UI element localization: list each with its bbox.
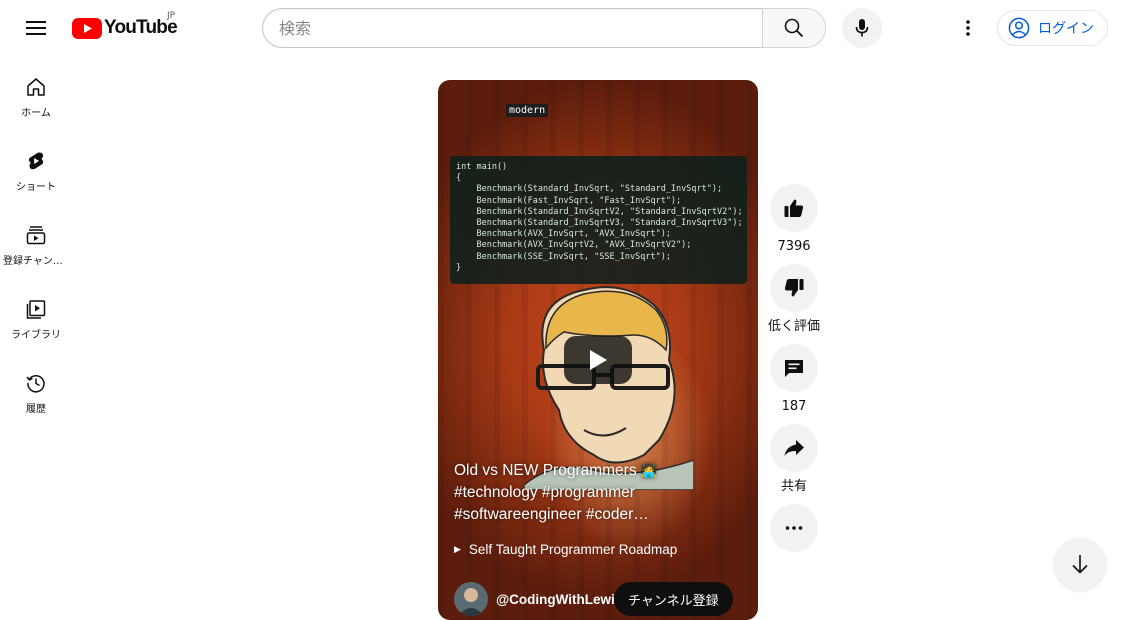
share-label: 共有 — [780, 479, 807, 494]
logo-wordmark: YouTube — [104, 17, 178, 38]
more-actions-button[interactable] — [770, 504, 818, 552]
library-icon — [26, 300, 46, 319]
share-button[interactable] — [770, 424, 818, 472]
dislike-label: 低く評価 — [767, 319, 820, 334]
settings-menu-button[interactable] — [948, 8, 988, 48]
guide-menu-button[interactable] — [16, 8, 56, 48]
channel-row: @CodingWithLewi チャンネル登録 — [454, 582, 744, 616]
youtube-play-logo-icon — [72, 17, 102, 39]
video-title[interactable]: Old vs NEW Programmers 🧑‍💻 #technology #… — [454, 460, 744, 526]
playlist-play-icon: ▶ — [454, 544, 461, 554]
youtube-logo[interactable]: YouTube JP — [72, 11, 178, 40]
avatar-icon — [458, 588, 484, 616]
title-emoji: 🧑‍💻 — [640, 463, 658, 478]
like-button[interactable] — [770, 184, 818, 232]
playlist-label: Self Taught Programmer Roadmap — [468, 542, 678, 557]
cartoon-programmer-illustration — [524, 286, 694, 490]
comment-icon — [785, 360, 803, 377]
more-horizontal-icon — [785, 526, 803, 530]
sidebar-item-subscriptions[interactable]: 登録チャンネル — [0, 204, 72, 278]
mini-guide: ホーム ショート 登録チャンネル ライブラリ 履歴 — [0, 56, 72, 426]
masthead: YouTube JP ログイン — [0, 0, 1124, 56]
thumbs-down-icon — [784, 279, 804, 297]
search-button[interactable] — [762, 8, 826, 48]
like-action: 7396 — [766, 184, 822, 264]
sidebar-item-history[interactable]: 履歴 — [0, 352, 72, 426]
play-icon — [590, 350, 607, 370]
play-button[interactable] — [564, 336, 632, 384]
code-line: Benchmark(Standard_InvSqrtV3, "Standard_… — [456, 218, 743, 229]
like-count: 7396 — [777, 239, 811, 254]
more-action — [766, 504, 822, 552]
arrow-down-icon — [1072, 555, 1088, 574]
search-box — [262, 8, 826, 48]
home-icon — [27, 78, 45, 96]
comments-button[interactable] — [770, 344, 818, 392]
more-vertical-icon — [966, 20, 970, 36]
login-button[interactable]: ログイン — [997, 10, 1108, 46]
subscriptions-icon — [26, 226, 46, 245]
sidebar-item-library[interactable]: ライブラリ — [0, 278, 72, 352]
code-line: Benchmark(Standard_InvSqrtV2, "Standard_… — [456, 206, 743, 217]
title-line: #technology #programmer — [454, 484, 635, 501]
title-line: Old vs NEW Programmers — [454, 462, 637, 479]
dislike-action: 低く評価 — [766, 264, 822, 344]
sidebar-item-home[interactable]: ホーム — [0, 56, 72, 130]
search-icon — [784, 18, 804, 38]
dislike-button[interactable] — [770, 264, 818, 312]
sidebar-item-shorts[interactable]: ショート — [0, 130, 72, 204]
sidebar-item-label: ショート — [16, 182, 56, 193]
sidebar-item-label: 履歴 — [26, 404, 46, 415]
comment-count: 187 — [781, 399, 807, 414]
sidebar-item-label: ライブラリ — [11, 330, 61, 341]
code-line: } — [456, 262, 462, 273]
title-line: #softwareengineer #coder… — [454, 506, 649, 523]
code-line: Benchmark(Fast_InvSqrt, "Fast_InvSqrt"); — [456, 195, 682, 206]
history-icon — [26, 375, 45, 393]
next-video-button[interactable] — [1054, 538, 1106, 590]
shorts-video-player[interactable]: modern int main(){ Benchmark(Standard_In… — [438, 80, 758, 620]
video-overlay-tag: modern — [506, 104, 549, 117]
playlist-link[interactable]: ▶ Self Taught Programmer Roadmap — [454, 542, 677, 557]
microphone-icon — [855, 19, 869, 37]
sidebar-item-label: ホーム — [21, 108, 51, 119]
code-line: Benchmark(SSE_InvSqrt, "SSE_InvSqrt"); — [456, 251, 671, 262]
channel-avatar[interactable] — [454, 582, 488, 616]
comments-action: 187 — [766, 344, 822, 424]
share-icon — [784, 440, 804, 456]
search-input[interactable] — [262, 8, 762, 48]
shorts-actions: 7396 低く評価 187 共有 — [766, 184, 822, 552]
code-line: Benchmark(Standard_InvSqrt, "Standard_In… — [456, 184, 723, 195]
thumbs-up-icon — [784, 199, 804, 217]
share-action: 共有 — [766, 424, 822, 504]
code-line: { — [456, 173, 462, 184]
country-code: JP — [167, 11, 176, 21]
code-screenshot: int main(){ Benchmark(Standard_InvSqrt, … — [450, 156, 747, 284]
sidebar-item-label: 登録チャンネル — [3, 256, 69, 267]
voice-search-button[interactable] — [842, 8, 882, 48]
login-label: ログイン — [1038, 21, 1094, 37]
shorts-icon — [29, 152, 44, 170]
code-line: Benchmark(AVX_InvSqrt, "AVX_InvSqrt"); — [456, 229, 671, 240]
code-line: int main() — [456, 162, 508, 172]
code-line: Benchmark(AVX_InvSqrtV2, "AVX_InvSqrtV2"… — [456, 240, 692, 251]
subscribe-button[interactable]: チャンネル登録 — [614, 582, 733, 616]
channel-name: @CodingWithLewi — [496, 591, 615, 607]
account-icon — [1008, 17, 1030, 39]
hamburger-menu-icon — [26, 21, 46, 35]
